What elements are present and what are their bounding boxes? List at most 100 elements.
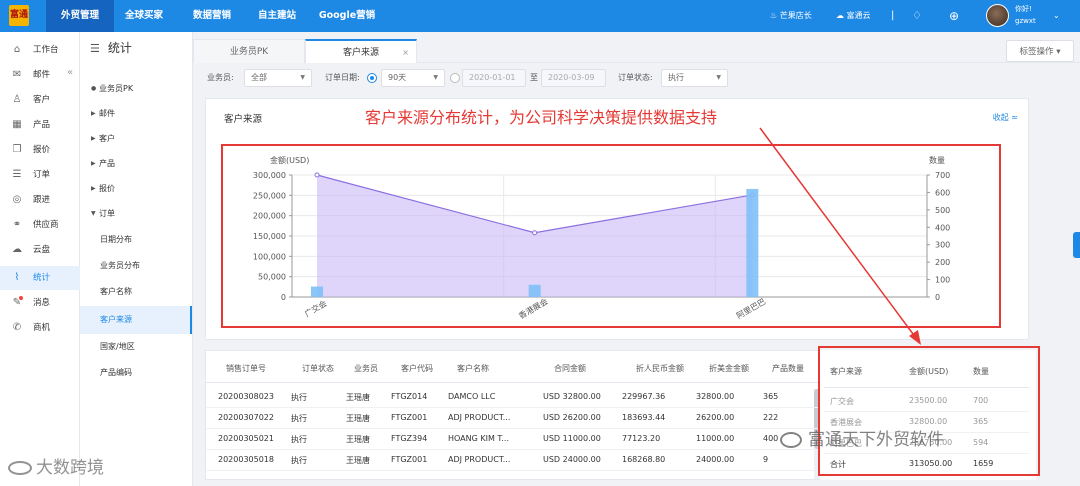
topnav-data-marketing[interactable]: 数据营销 bbox=[182, 0, 242, 32]
col-header-customer-name: 客户名称 bbox=[457, 364, 489, 373]
leftnav-item-cloud-disk[interactable]: ☁ 云盘 bbox=[0, 238, 80, 262]
subnav-item-date-distribution[interactable]: 日期分布 bbox=[80, 228, 192, 252]
subnav-item-quote[interactable]: ▶ 报价 bbox=[80, 177, 192, 201]
leftnav-item-statistics[interactable]: ⌇ 统计 bbox=[0, 266, 80, 290]
subnav-item-salesman-pk[interactable]: ● 业务员PK bbox=[80, 77, 192, 101]
table-cell: USD 11000.00 bbox=[543, 434, 601, 443]
table-row[interactable]: 20200305018 执行 王瑶唐 FTGZ001 ADJ PRODUCT... USD… bbox=[206, 450, 819, 471]
days-radio[interactable] bbox=[367, 73, 377, 83]
area-fill bbox=[317, 175, 753, 297]
subnav-title: ☰ 统计 bbox=[90, 39, 132, 57]
tab-customer-source[interactable]: 客户来源 × bbox=[305, 39, 417, 63]
subnav-item-product[interactable]: ▶ 产品 bbox=[80, 152, 192, 176]
table-cell: 执行 bbox=[291, 393, 307, 402]
table-cell: 168268.80 bbox=[622, 455, 666, 464]
topnav-global-buyers[interactable]: 全球买家 bbox=[114, 0, 174, 32]
summary-header-source: 客户来源 bbox=[830, 367, 862, 376]
tab-label: 业务员PK bbox=[229, 47, 269, 57]
subnav-item-customer[interactable]: ▶ 客户 bbox=[80, 127, 192, 151]
leftnav-item-supplier[interactable]: ⚭ 供应商 bbox=[0, 213, 80, 237]
subnav-item-country-region[interactable]: 国家/地区 bbox=[80, 335, 192, 359]
table-cell: 王瑶唐 bbox=[346, 414, 370, 423]
leftnav-label: 客户 bbox=[33, 95, 51, 105]
col-header-product-qty: 产品数量 bbox=[772, 364, 804, 373]
brand-logo[interactable]: 富通 bbox=[9, 5, 29, 26]
order-date-label: 订单日期: bbox=[325, 73, 360, 82]
y2-tick-label: 100 bbox=[935, 276, 950, 285]
date-from-input[interactable]: 2020-01-01 bbox=[462, 69, 526, 87]
leftnav-item-order[interactable]: ☰ 订单 bbox=[0, 163, 80, 187]
opportunity-icon: ✆ bbox=[12, 322, 22, 333]
cloud-link[interactable]: ☁ 富通云 bbox=[836, 0, 871, 32]
table-cell: 222 bbox=[763, 413, 779, 422]
topnav-foreign-trade[interactable]: 外贸管理 bbox=[46, 0, 114, 32]
date-to-input[interactable]: 2020-03-09 bbox=[541, 69, 606, 87]
bullet-icon: ● bbox=[91, 85, 97, 92]
leftnav-item-customer[interactable]: ♙ 客户 bbox=[0, 88, 80, 112]
tab-salesman-pk[interactable]: 业务员PK bbox=[193, 39, 305, 63]
table-cell: USD 24000.00 bbox=[543, 455, 601, 464]
caret-down-icon: ▼ bbox=[716, 74, 721, 81]
x-tick-label: 香港展会 bbox=[517, 296, 550, 321]
col-header-order-no: 销售订单号 bbox=[226, 364, 266, 373]
top-bar: 富通 外贸管理 全球买家 数据营销 自主建站 Google营销 ♨ 芒果店长 ☁… bbox=[0, 0, 1080, 32]
table-cell: 王瑶唐 bbox=[346, 456, 370, 465]
mango-link[interactable]: ♨ 芒果店长 bbox=[770, 0, 812, 32]
collapse-button[interactable]: 收起 ≈ bbox=[993, 112, 1018, 123]
leftnav-item-opportunity[interactable]: ✆ 商机 bbox=[0, 316, 80, 340]
subnav-label: 邮件 bbox=[99, 109, 115, 118]
tag-operations-button[interactable]: 标签操作 ▾ bbox=[1006, 40, 1074, 62]
table-row[interactable]: 20200305021 执行 王瑶唐 FTGZ394 HOANG KIM T... USD… bbox=[206, 429, 819, 450]
subnav-item-order[interactable]: ▼ 订单 bbox=[80, 202, 192, 226]
order-status-select[interactable]: 执行 ▼ bbox=[661, 69, 728, 87]
leftnav-item-followup[interactable]: ◎ 跟进 bbox=[0, 188, 80, 212]
leftnav-item-message[interactable]: ✎ 消息 bbox=[0, 291, 80, 315]
user-icon: ♙ bbox=[12, 94, 22, 105]
table-cell: 9 bbox=[763, 455, 769, 464]
subnav-item-mail[interactable]: ▶ 邮件 bbox=[80, 102, 192, 126]
table-cell: FTGZ014 bbox=[391, 392, 428, 401]
col-header-customer-code: 客户代码 bbox=[401, 364, 433, 373]
leftnav-label: 跟进 bbox=[33, 195, 51, 205]
subnav-item-product-code[interactable]: 产品编码 bbox=[80, 361, 192, 385]
table-cell: 11000.00 bbox=[696, 434, 735, 443]
summary-row: 广交会 23500.00 700 bbox=[824, 391, 1029, 412]
subnav-label: 客户来源 bbox=[100, 315, 132, 324]
avatar[interactable] bbox=[986, 4, 1009, 27]
subnav-item-customer-source[interactable]: 客户来源 bbox=[80, 306, 192, 334]
chevron-down-icon[interactable]: ⌄ bbox=[1053, 0, 1060, 32]
leftnav-item-quote[interactable]: ❐ 报价 bbox=[0, 138, 80, 162]
leftnav-item-workbench[interactable]: ⌂ 工作台 bbox=[0, 38, 80, 62]
leftnav-label: 报价 bbox=[33, 145, 51, 155]
table-row[interactable]: 20200307022 执行 王瑶唐 FTGZ001 ADJ PRODUCT... USD… bbox=[206, 408, 819, 429]
y-tick-label: 100,000 bbox=[253, 252, 286, 261]
leftnav-item-mail[interactable]: ✉ 邮件 bbox=[0, 63, 80, 87]
subnav-item-customer-name[interactable]: 客户名称 bbox=[80, 280, 192, 304]
tab-label: 客户来源 bbox=[342, 48, 379, 58]
subnav-item-salesman-distribution[interactable]: 业务员分布 bbox=[80, 254, 192, 278]
col-header-contract-amount: 合同金额 bbox=[554, 364, 586, 373]
close-icon[interactable]: × bbox=[402, 41, 409, 65]
table-row[interactable]: 20200308023 执行 王瑶唐 FTGZ014 DAMCO LLC USD 3280… bbox=[206, 387, 819, 408]
supplier-icon: ⚭ bbox=[12, 219, 22, 230]
date-range-radio[interactable] bbox=[450, 73, 460, 83]
topnav-google-marketing[interactable]: Google营销 bbox=[311, 0, 383, 32]
table-cell: 20200308023 bbox=[218, 392, 274, 401]
caret-right-icon: ▶ bbox=[91, 135, 96, 142]
table-cell: 执行 bbox=[291, 456, 307, 465]
leftnav-label: 商机 bbox=[33, 323, 51, 333]
plus-circle-icon[interactable]: ⊕ bbox=[949, 0, 959, 32]
salesman-select[interactable]: 全部 ▼ bbox=[244, 69, 312, 87]
y-tick-label: 50,000 bbox=[258, 273, 286, 282]
leftnav-item-product[interactable]: ▦ 产品 bbox=[0, 113, 80, 137]
bell-icon[interactable]: ♢ bbox=[912, 0, 922, 32]
y-tick-label: 0 bbox=[281, 293, 286, 302]
table-cell: 执行 bbox=[291, 435, 307, 444]
subnav-label: 客户 bbox=[99, 134, 115, 143]
document-icon: ❐ bbox=[12, 144, 22, 155]
topnav-site-builder[interactable]: 自主建站 bbox=[249, 0, 305, 32]
table-cell: FTGZ394 bbox=[391, 434, 428, 443]
tab-bar: 业务员PK 客户来源 × 标签操作 ▾ bbox=[193, 37, 1080, 63]
side-expand-tab[interactable] bbox=[1073, 232, 1080, 258]
days-select[interactable]: 90天 ▼ bbox=[381, 69, 445, 87]
